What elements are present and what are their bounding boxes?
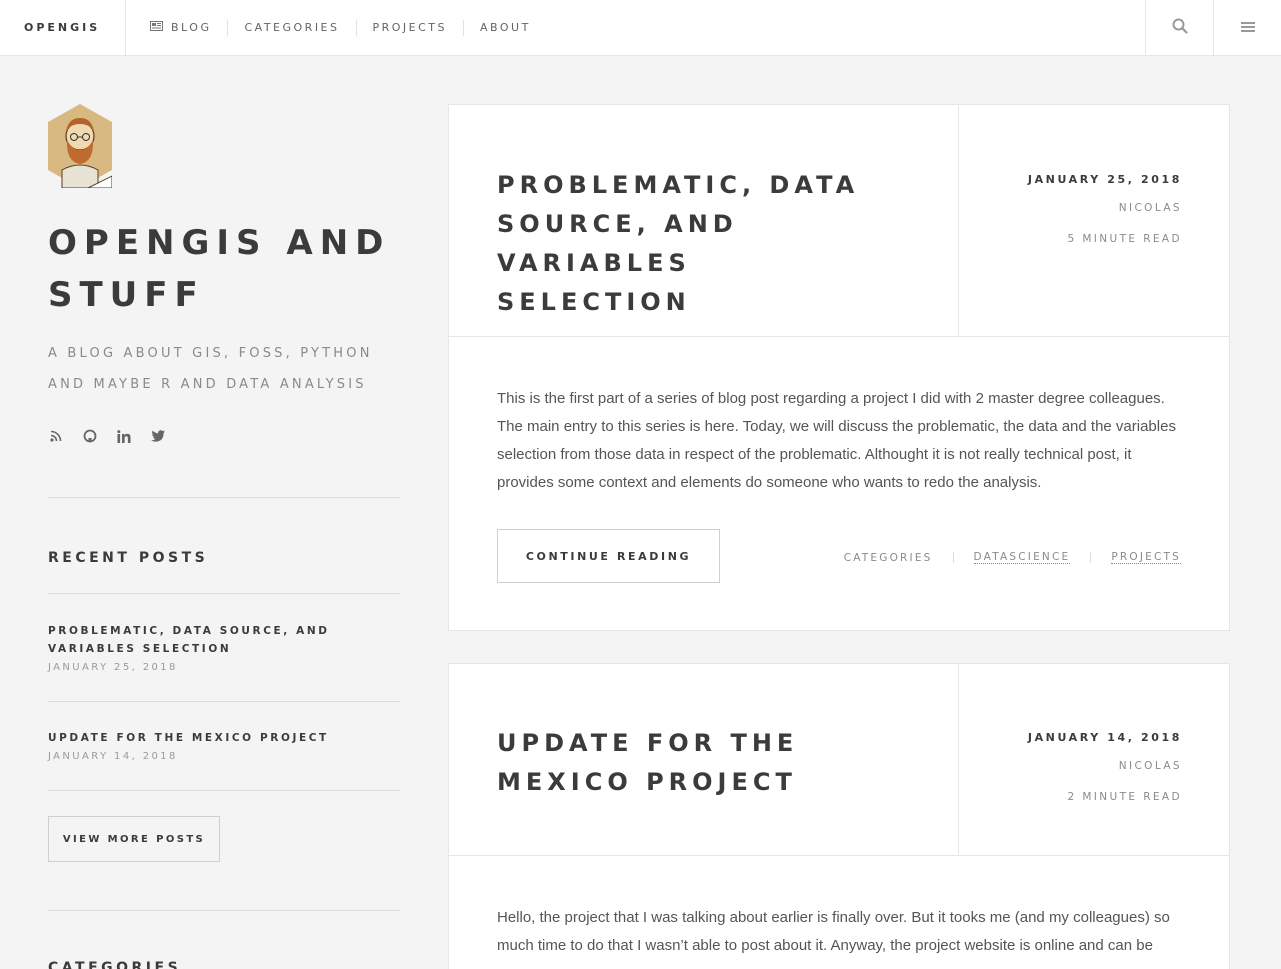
post-read-time: 2 MINUTE READ [1067,791,1182,803]
post-title-line: UPDATE FOR THE [497,729,799,757]
tag-datascience[interactable]: DATASCIENCE [973,551,1071,564]
recent-post-date: JANUARY 14, 2018 [48,751,178,762]
post-body: Hello, the project that I was talking ab… [449,856,1229,969]
post-tags: CATEGORIES DATASCIENCE PROJECTS [844,551,1181,564]
post-title-line: MEXICO PROJECT [497,768,797,796]
recent-post-title[interactable]: PROBLEMATIC, DATA SOURCE, AND VARIABLES … [48,622,400,658]
post-date: JANUARY 14, 2018 [1027,731,1182,744]
nav-link-blog[interactable]: BLOG [126,20,227,36]
newspaper-icon [150,21,163,34]
site-subtitle-line: AND MAYBE R AND DATA ANALYSIS [48,377,367,392]
post-title[interactable]: PROBLEMATIC, DATA SOURCE, AND VARIABLES … [497,166,897,322]
search-icon [1172,18,1188,38]
site-title[interactable]: OPENGIS AND STUFF [48,217,408,321]
excerpt-line: selection from those data in respect of … [497,446,1132,463]
post-header: PROBLEMATIC, DATA SOURCE, AND VARIABLES … [449,105,1229,337]
divider [48,593,400,594]
post-header: UPDATE FOR THE MEXICO PROJECT JANUARY 14… [449,664,1229,856]
recent-post-item[interactable]: UPDATE FOR THE MEXICO PROJECT JANUARY 14… [48,729,400,762]
post-title[interactable]: UPDATE FOR THE MEXICO PROJECT [497,724,897,802]
excerpt-line: The main entry to this series is here. T… [497,418,1176,435]
nav-link-projects[interactable]: PROJECTS [355,19,464,36]
excerpt-line: This is the first part of a series of bl… [497,390,1165,407]
avatar[interactable] [48,104,113,189]
excerpt-line: Hello, the project that I was talking ab… [497,909,1170,926]
post-excerpt: This is the first part of a series of bl… [497,385,1185,497]
post-title-line: VARIABLES SELECTION [497,249,691,316]
categories-heading: CATEGORIES [48,960,182,969]
nav-link-label: BLOG [171,21,212,34]
nav-links: BLOG CATEGORIES PROJECTS ABOUT [126,0,547,55]
github-icon[interactable] [82,428,98,444]
post-read-time: 5 MINUTE READ [1067,233,1182,245]
tags-label: CATEGORIES [843,551,933,564]
recent-posts-heading: RECENT POSTS [48,550,209,566]
recent-post-title[interactable]: UPDATE FOR THE MEXICO PROJECT [48,729,400,747]
recent-post-item[interactable]: PROBLEMATIC, DATA SOURCE, AND VARIABLES … [48,622,400,673]
post-meta: JANUARY 25, 2018 NICOLAS 5 MINUTE READ [958,105,1230,336]
post-card: PROBLEMATIC, DATA SOURCE, AND VARIABLES … [448,104,1230,631]
tag-separator [952,552,954,563]
divider [48,790,400,791]
post-excerpt: Hello, the project that I was talking ab… [497,904,1185,960]
post-date: JANUARY 25, 2018 [1027,173,1182,186]
nav-link-categories[interactable]: CATEGORIES [227,19,355,36]
brand-link[interactable]: OPENGIS [0,0,126,55]
tag-projects[interactable]: PROJECTS [1111,551,1181,564]
site-subtitle-line: A BLOG ABOUT GIS, FOSS, PYTHON [48,346,373,361]
linkedin-icon[interactable] [116,428,132,444]
site-subtitle: A BLOG ABOUT GIS, FOSS, PYTHON AND MAYBE… [48,338,388,400]
search-button[interactable] [1145,0,1213,55]
twitter-icon[interactable] [150,428,166,444]
nav-link-about[interactable]: ABOUT [463,19,547,36]
post-meta: JANUARY 14, 2018 NICOLAS 2 MINUTE READ [958,664,1230,855]
view-more-posts-button[interactable]: VIEW MORE POSTS [48,816,220,862]
excerpt-line: provides some context and elements do so… [497,474,1042,491]
recent-post-title-line: PROBLEMATIC, DATA SOURCE, AND [48,625,330,637]
hamburger-menu-icon [1240,18,1255,37]
divider [48,497,400,498]
divider [48,910,400,911]
excerpt-line: much time to do that I wasn’t able to po… [497,937,1153,954]
post-title-line: PROBLEMATIC, DATA [497,171,860,199]
site-title-line: OPENGIS AND [48,223,391,263]
social-links [48,428,166,444]
tag-separator [1090,552,1092,563]
recent-post-date: JANUARY 25, 2018 [48,662,178,673]
top-navbar: OPENGIS BLOG CATEGORIES PROJECTS ABOUT [0,0,1281,56]
post-card: UPDATE FOR THE MEXICO PROJECT JANUARY 14… [448,663,1230,969]
menu-button[interactable] [1213,0,1281,55]
continue-reading-button[interactable]: CONTINUE READING [497,529,720,583]
post-body: This is the first part of a series of bl… [449,337,1229,631]
post-author[interactable]: NICOLAS [1119,202,1182,214]
recent-post-title-line: VARIABLES SELECTION [48,643,232,655]
post-author[interactable]: NICOLAS [1119,760,1182,772]
rss-icon[interactable] [48,428,64,444]
site-title-line: STUFF [48,275,205,315]
post-title-line: SOURCE, AND [497,210,738,238]
divider [48,701,400,702]
